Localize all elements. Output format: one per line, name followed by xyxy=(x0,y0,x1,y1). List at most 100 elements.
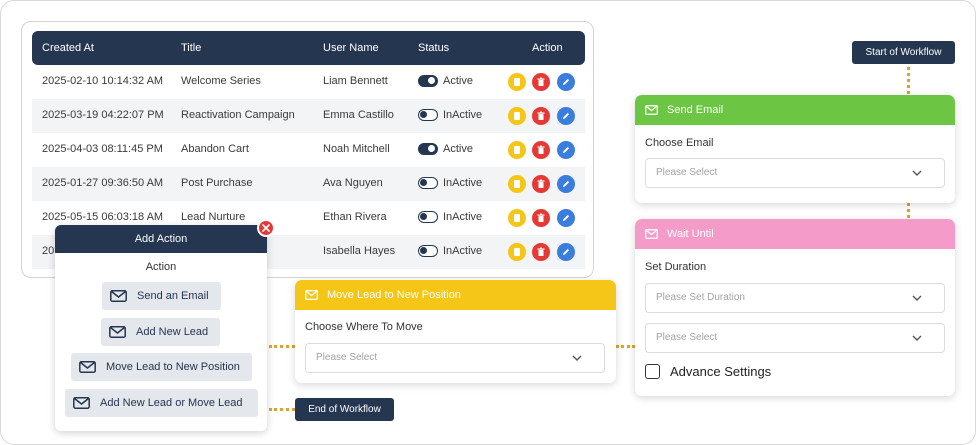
cell-created-at: 2025-04-03 08:11:45 PM xyxy=(42,143,163,155)
pencil-icon xyxy=(561,111,571,121)
trash-icon xyxy=(536,247,546,257)
note-button[interactable] xyxy=(508,175,526,193)
connector-line xyxy=(269,345,295,348)
connector-line xyxy=(907,203,910,218)
edit-button[interactable] xyxy=(557,243,575,261)
advance-settings-checkbox[interactable] xyxy=(645,364,660,379)
chevron-down-icon xyxy=(912,170,922,176)
note-button[interactable] xyxy=(508,107,526,125)
duration-unit-select[interactable]: Please Select xyxy=(645,323,945,353)
close-button[interactable] xyxy=(257,219,275,237)
table-row: 2025-04-03 08:11:45 PM Abandon Cart Noah M… xyxy=(32,133,585,167)
status-toggle[interactable] xyxy=(418,245,438,257)
trash-icon xyxy=(536,111,546,121)
status-toggle[interactable] xyxy=(418,75,438,87)
duration-select[interactable]: Please Set Duration xyxy=(645,283,945,313)
note-icon xyxy=(512,179,522,189)
status-text: InActive xyxy=(443,211,483,223)
move-lead-label: Choose Where To Move xyxy=(305,321,423,333)
send-email-label: Choose Email xyxy=(645,137,714,149)
note-icon xyxy=(512,145,522,155)
move-lead-card: Move Lead to New Position Choose Where T… xyxy=(295,280,616,383)
edit-button[interactable] xyxy=(557,141,575,159)
status-toggle[interactable] xyxy=(418,211,438,223)
send-email-option[interactable]: Send an Email xyxy=(102,282,221,310)
cell-title: Abandon Cart xyxy=(181,143,249,155)
note-button[interactable] xyxy=(508,141,526,159)
note-icon xyxy=(512,77,522,87)
trash-icon xyxy=(536,145,546,155)
status-text: Active xyxy=(443,143,473,155)
table-row: 2025-03-19 04:22:07 PM Reactivation Campa… xyxy=(32,99,585,133)
delete-button[interactable] xyxy=(532,141,550,159)
connector-line xyxy=(269,408,295,411)
move-lead-select[interactable]: Please Select xyxy=(305,343,605,373)
close-icon xyxy=(262,224,270,232)
advance-settings-label: Advance Settings xyxy=(670,364,772,379)
select-placeholder: Please Select xyxy=(656,332,718,343)
cell-created-at: 2025-05-15 06:03:18 AM xyxy=(42,211,164,223)
note-icon xyxy=(512,213,522,223)
connector-line xyxy=(616,345,635,348)
edit-button[interactable] xyxy=(557,175,575,193)
cell-created-at: 2025-01-27 09:36:50 AM xyxy=(42,177,164,189)
select-placeholder: Please Select xyxy=(316,352,378,363)
trash-icon xyxy=(536,179,546,189)
delete-button[interactable] xyxy=(532,209,550,227)
pencil-icon xyxy=(561,213,571,223)
edit-button[interactable] xyxy=(557,107,575,125)
note-icon xyxy=(512,247,522,257)
option-label: Add New Lead or Move Lead xyxy=(100,397,243,409)
envelope-icon xyxy=(645,229,658,239)
status-text: InActive xyxy=(443,109,483,121)
table-row: 2025-02-10 10:14:32 AM Welcome Series Liam… xyxy=(32,65,585,99)
status-toggle[interactable] xyxy=(418,177,438,189)
start-of-workflow-tag: Start of Workflow xyxy=(852,41,955,64)
add-action-panel: Add Action Action Send an Email Add New … xyxy=(55,219,275,431)
cell-user-name: Isabella Hayes xyxy=(323,245,396,257)
status-toggle[interactable] xyxy=(418,109,438,121)
envelope-icon xyxy=(110,290,127,302)
select-placeholder: Please Set Duration xyxy=(656,292,745,303)
wait-until-card: Wait Until Set Duration Please Set Durat… xyxy=(635,219,955,396)
pencil-icon xyxy=(561,247,571,257)
option-label: Send an Email xyxy=(137,290,209,302)
note-button[interactable] xyxy=(508,73,526,91)
status-toggle[interactable] xyxy=(418,143,438,155)
choose-email-select[interactable]: Please Select xyxy=(645,158,945,188)
envelope-icon xyxy=(645,105,658,115)
send-email-header: Send Email xyxy=(635,95,955,125)
note-icon xyxy=(512,111,522,121)
envelope-icon xyxy=(73,397,90,409)
set-duration-label: Set Duration xyxy=(645,261,707,273)
edit-button[interactable] xyxy=(557,73,575,91)
connector-line xyxy=(907,67,910,94)
chevron-down-icon xyxy=(572,355,582,361)
add-or-move-lead-option[interactable]: Add New Lead or Move Lead xyxy=(65,389,258,417)
column-header-title: Title xyxy=(181,42,202,54)
move-lead-option[interactable]: Move Lead to New Position xyxy=(71,353,252,381)
column-header-status: Status xyxy=(418,42,450,54)
edit-button[interactable] xyxy=(557,209,575,227)
status-text: Active xyxy=(443,75,473,87)
wait-until-header: Wait Until xyxy=(635,219,955,249)
option-label: Add New Lead xyxy=(136,326,209,338)
column-header-action: Action xyxy=(532,42,563,54)
delete-button[interactable] xyxy=(532,73,550,91)
cell-created-at: 20 xyxy=(42,245,55,257)
delete-button[interactable] xyxy=(532,175,550,193)
cell-title: Reactivation Campaign xyxy=(181,109,295,121)
table-header: Created At Title User Name Status Action xyxy=(32,31,585,65)
column-header-created-at: Created At xyxy=(42,42,94,54)
add-new-lead-option[interactable]: Add New Lead xyxy=(101,318,220,346)
cell-title: Lead Nurture xyxy=(181,211,246,223)
note-button[interactable] xyxy=(508,243,526,261)
cell-user-name: Noah Mitchell xyxy=(323,143,390,155)
select-placeholder: Please Select xyxy=(656,167,718,178)
move-lead-title: Move Lead to New Position xyxy=(327,289,461,301)
status-text: InActive xyxy=(443,245,483,257)
note-button[interactable] xyxy=(508,209,526,227)
delete-button[interactable] xyxy=(532,107,550,125)
chevron-down-icon xyxy=(912,295,922,301)
delete-button[interactable] xyxy=(532,243,550,261)
